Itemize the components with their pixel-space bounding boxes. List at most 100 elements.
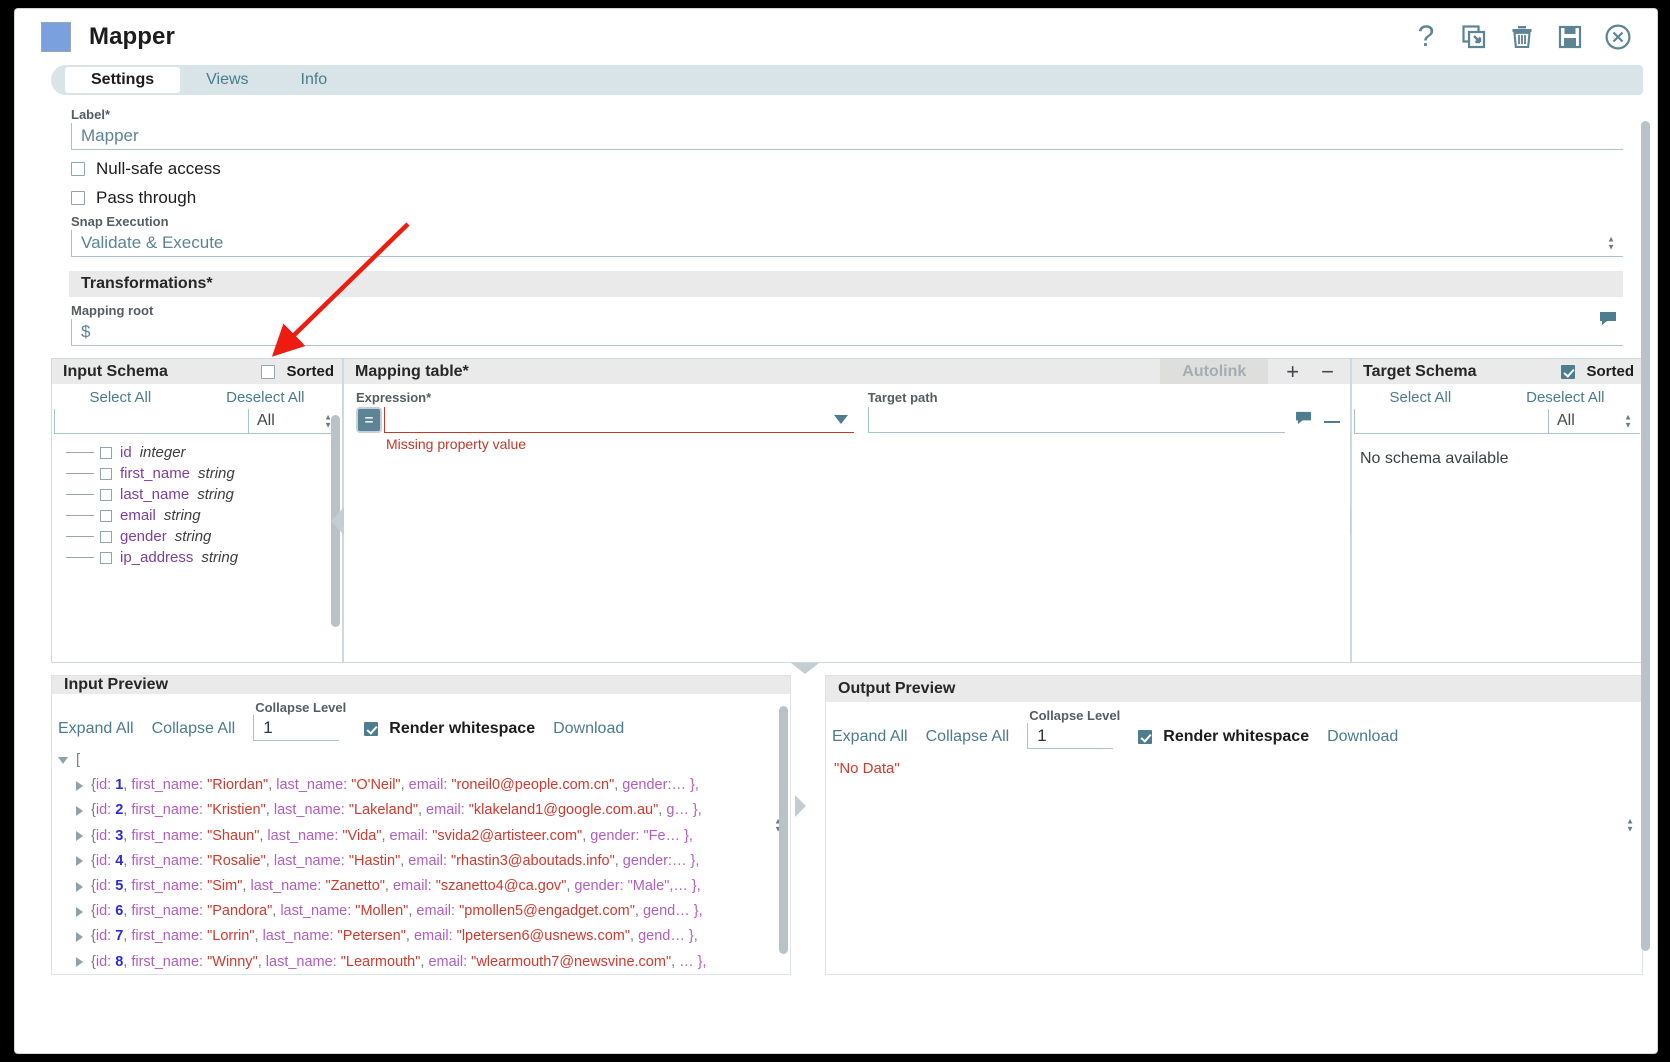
chevron-right-icon[interactable] (76, 957, 83, 968)
mapping-root-input[interactable]: $ (71, 319, 1623, 346)
output-preview-toolbar: Expand All Collapse All Collapse Level 1… (826, 702, 1642, 833)
chevron-right-icon[interactable] (76, 932, 83, 943)
remove-row-button[interactable]: − (1321, 359, 1334, 385)
null-safe-access-checkbox[interactable] (71, 162, 85, 176)
json-root-row[interactable]: [ (58, 748, 790, 773)
tree-node[interactable]: ip_address string (52, 547, 342, 568)
tree-node-checkbox[interactable] (100, 446, 112, 459)
tree-node-checkbox[interactable] (100, 551, 112, 564)
target-path-input[interactable] (867, 407, 1286, 433)
chevron-down-icon[interactable] (833, 415, 848, 424)
output-render-whitespace-checkbox[interactable] (1138, 730, 1153, 744)
input-select-all[interactable]: Select All (89, 389, 151, 406)
chevron-right-icon[interactable] (76, 881, 83, 892)
input-sorted-toggle[interactable]: Sorted (261, 363, 334, 380)
stepper-icon[interactable]: ▲▼ (1626, 817, 1634, 833)
comment-icon[interactable] (1599, 311, 1617, 331)
import-icon[interactable] (1457, 20, 1491, 54)
expression-error: Missing property value (386, 436, 527, 452)
input-render-whitespace-checkbox[interactable] (364, 722, 379, 736)
stepper-icon[interactable]: ▲▼ (1624, 413, 1632, 429)
collapse-left-handle[interactable] (331, 507, 344, 535)
output-collapse-level-input[interactable]: 1 ▲ ▼ (1027, 723, 1634, 833)
input-filter-type-select[interactable]: All ▲ ▼ (248, 409, 340, 434)
chevron-down-icon[interactable] (58, 757, 68, 765)
chevron-right-icon[interactable] (76, 806, 83, 816)
list-item[interactable]: {id: 4, first_name: "Rosalie", last_name… (58, 849, 790, 874)
input-expand-all[interactable]: Expand All (58, 720, 134, 741)
tree-node-checkbox[interactable] (100, 488, 112, 501)
tree-node-checkbox[interactable] (100, 509, 112, 522)
preview-splitter[interactable] (791, 663, 825, 975)
list-item[interactable]: {id: 3, first_name: "Shaun", last_name: … (58, 824, 790, 849)
input-collapse-all[interactable]: Collapse All (152, 720, 236, 741)
mapping-row: Expression* = Missing property value Tar… (344, 384, 1350, 452)
chevron-right-icon[interactable] (76, 780, 83, 791)
target-sorted-toggle[interactable]: Sorted (1561, 363, 1634, 380)
output-expand-all[interactable]: Expand All (832, 728, 908, 749)
remove-mapping-icon[interactable] (1324, 411, 1341, 429)
target-filter-input[interactable] (1354, 409, 1548, 434)
tab-views[interactable]: Views (180, 65, 274, 95)
target-select-all[interactable]: Select All (1389, 389, 1451, 406)
list-item[interactable]: {id: 6, first_name: "Pandora", last_name… (58, 899, 790, 924)
input-download-link[interactable]: Download (553, 720, 624, 741)
close-icon[interactable] (1601, 20, 1635, 54)
list-item[interactable]: {id: 8, first_name: "Winny", last_name: … (58, 950, 790, 974)
tab-settings[interactable]: Settings (65, 67, 181, 93)
target-filter-type-select[interactable]: All ▲ ▼ (1548, 409, 1640, 434)
input-render-whitespace-row[interactable]: Render whitespace (364, 720, 535, 741)
input-preview-toolbar: Expand All Collapse All Collapse Level 1… (52, 694, 790, 833)
pass-through-checkbox[interactable] (71, 191, 85, 205)
tree-node[interactable]: email string (52, 505, 342, 526)
tree-node[interactable]: last_name string (52, 484, 342, 505)
app-title: Mapper (89, 23, 175, 50)
help-icon[interactable]: ? (1409, 20, 1443, 54)
splitter-up-handle[interactable] (791, 663, 819, 674)
input-preview-scrollbar[interactable] (779, 706, 788, 954)
autolink-button[interactable]: Autolink (1160, 359, 1269, 384)
splitter-right-handle[interactable] (795, 795, 806, 817)
save-icon[interactable] (1553, 20, 1587, 54)
list-item[interactable]: {id: 2, first_name: "Kristien", last_nam… (58, 798, 790, 823)
chevron-right-icon[interactable] (76, 856, 83, 867)
expression-toggle-button[interactable]: = (356, 407, 382, 433)
list-item[interactable]: {id: 1, first_name: "Riordan", last_name… (58, 773, 790, 798)
expression-label: Expression* (356, 390, 432, 405)
tree-node-type: string (163, 507, 201, 524)
chevron-right-icon[interactable] (76, 831, 83, 842)
tree-node[interactable]: first_name string (52, 463, 342, 484)
tree-branch-line (66, 536, 94, 537)
target-sorted-checkbox[interactable] (1561, 364, 1576, 379)
tree-node-type: string (174, 528, 212, 545)
delete-icon[interactable] (1505, 20, 1539, 54)
comment-icon[interactable] (1295, 411, 1312, 430)
chevron-right-icon[interactable] (76, 906, 83, 917)
target-deselect-all[interactable]: Deselect All (1526, 389, 1604, 406)
pass-through-row[interactable]: Pass through (71, 188, 1639, 208)
output-download-link[interactable]: Download (1327, 728, 1398, 749)
input-sorted-label: Sorted (286, 363, 334, 380)
target-path-column: Target path (867, 390, 1341, 452)
dialog-scrollbar[interactable] (1641, 121, 1650, 951)
output-render-whitespace-row[interactable]: Render whitespace (1138, 728, 1309, 749)
tree-node-checkbox[interactable] (100, 467, 112, 480)
label-input[interactable]: Mapper (71, 123, 1623, 150)
expression-input[interactable] (384, 407, 854, 433)
input-collapse-level-input[interactable]: 1 ▲▼ (253, 715, 782, 833)
input-filter-input[interactable] (54, 409, 248, 434)
tree-node-checkbox[interactable] (100, 530, 112, 543)
list-item[interactable]: {id: 7, first_name: "Lorrin", last_name:… (58, 924, 790, 949)
snap-execution-select[interactable]: Validate & Execute ▲ ▼ (71, 230, 1623, 257)
list-item[interactable]: {id: 5, first_name: "Sim", last_name: "Z… (58, 874, 790, 899)
tree-node[interactable]: id integer (52, 442, 342, 463)
input-sorted-checkbox[interactable] (261, 364, 276, 379)
null-safe-access-row[interactable]: Null-safe access (71, 159, 1639, 179)
tab-info[interactable]: Info (275, 65, 354, 95)
input-deselect-all[interactable]: Deselect All (226, 389, 304, 406)
add-row-button[interactable]: + (1286, 359, 1299, 385)
tree-node[interactable]: gender string (52, 526, 342, 547)
output-collapse-all[interactable]: Collapse All (926, 728, 1010, 749)
stepper-icon[interactable]: ▲▼ (1607, 235, 1615, 251)
input-collapse-level-label: Collapse Level (255, 700, 347, 715)
